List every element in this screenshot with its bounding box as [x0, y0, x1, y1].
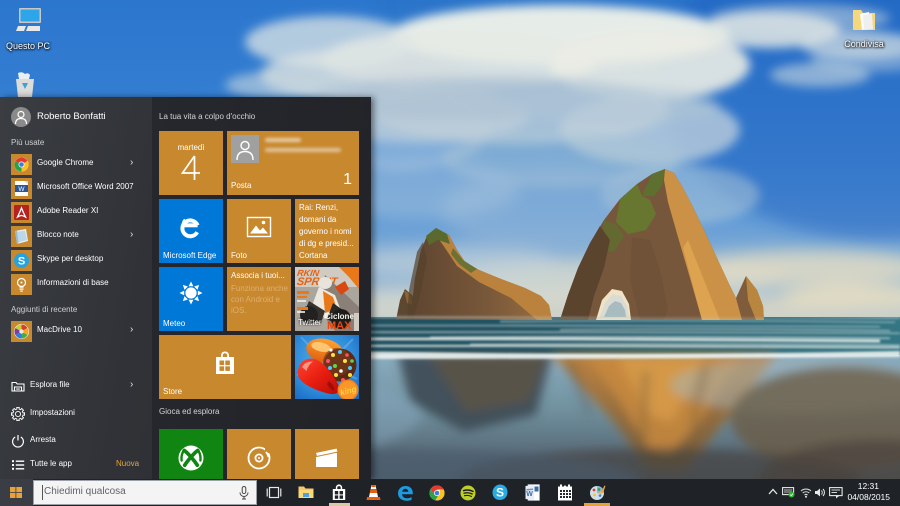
- svg-text:W: W: [526, 491, 533, 498]
- svg-text:S: S: [18, 256, 25, 268]
- svg-text:W: W: [18, 186, 25, 193]
- svg-text:MAX: MAX: [327, 320, 352, 331]
- svg-text:S: S: [496, 486, 504, 500]
